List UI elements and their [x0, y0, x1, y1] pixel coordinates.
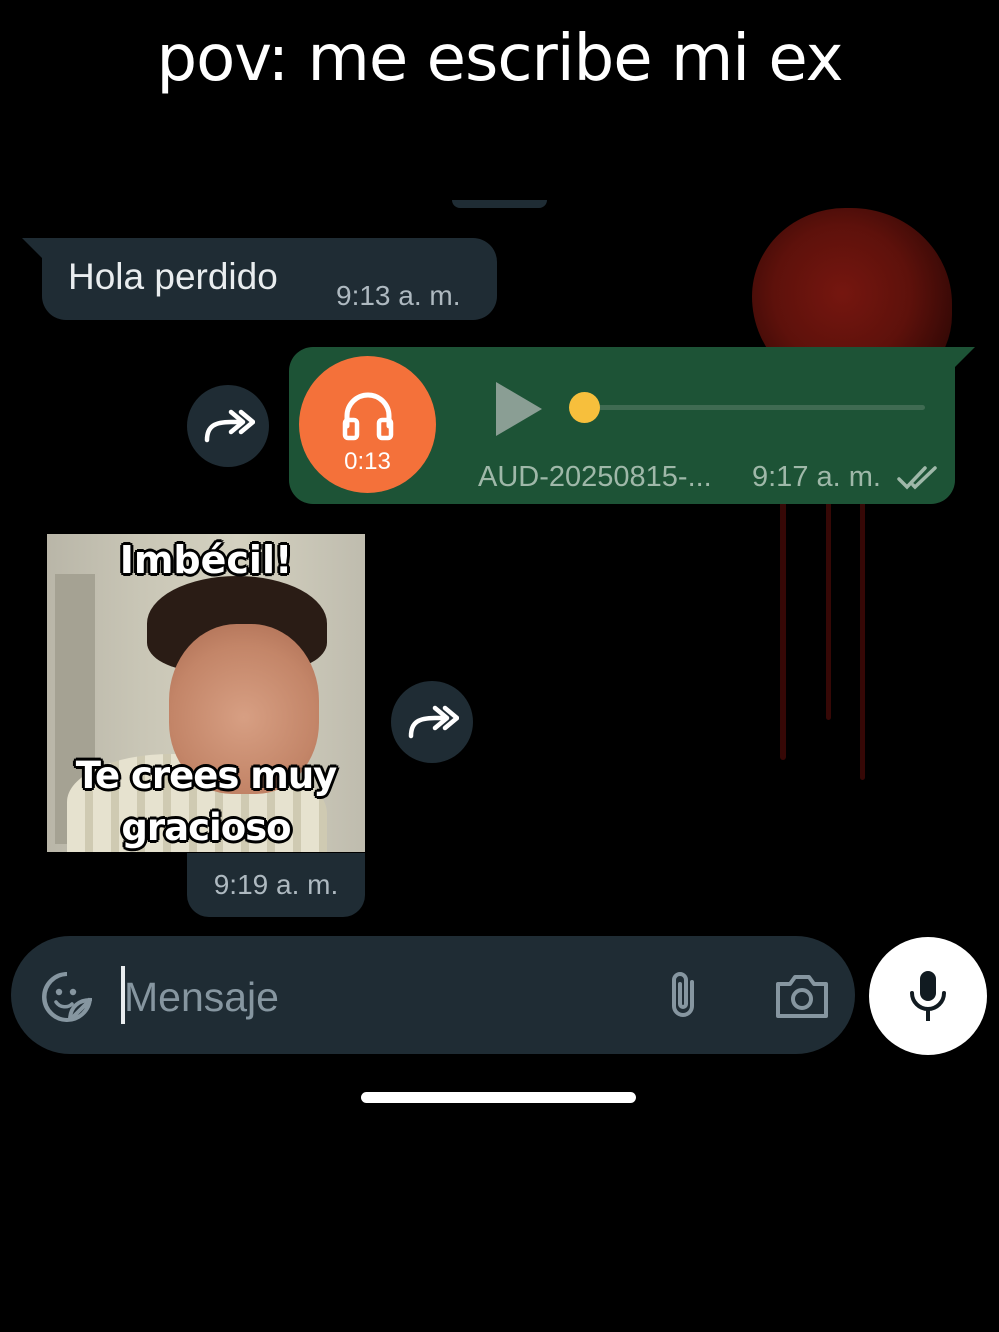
message-text: Hola perdido [68, 256, 278, 297]
incoming-message-bubble[interactable]: Hola perdido 9:13 a. m. [22, 238, 497, 320]
voice-record-button[interactable] [869, 937, 987, 1055]
sticker-icon [42, 972, 92, 1023]
message-input[interactable]: Mensaje [124, 974, 279, 1021]
forward-sticker-button[interactable] [391, 681, 473, 763]
meme-bottom-text: Te crees muy gracioso [47, 750, 365, 852]
audio-duration: 0:13 [344, 448, 391, 475]
video-caption: pov: me escribe mi ex [156, 22, 843, 96]
sticker-button[interactable] [40, 970, 94, 1029]
wallpaper-drip [780, 500, 786, 760]
bubble-tail [953, 347, 975, 369]
message-time: 9:13 a. m. [336, 280, 461, 311]
camera-icon [776, 975, 828, 1018]
outgoing-audio-bubble[interactable]: 0:13 AUD-20250815-... 9:17 a. m. [289, 347, 975, 504]
attach-button[interactable] [662, 968, 706, 1029]
sticker-time-pill: 9:19 a. m. [187, 853, 365, 917]
message-time: 9:19 a. m. [213, 869, 339, 900]
camera-button[interactable] [774, 972, 830, 1025]
wallpaper-drip [826, 490, 831, 720]
headphones-icon [342, 392, 394, 441]
audio-progress-track[interactable] [585, 405, 925, 410]
audio-avatar: 0:13 [299, 356, 436, 493]
play-button[interactable] [494, 380, 544, 443]
meme-top-text: Imbécil! [119, 538, 293, 582]
read-receipt-icon [897, 466, 937, 490]
mic-icon [910, 971, 946, 1021]
forward-audio-button[interactable] [187, 385, 269, 467]
attach-icon [672, 972, 694, 1017]
meme-bottom-line2: gracioso [121, 806, 291, 849]
previous-message-edge [452, 200, 547, 208]
forward-icon [204, 409, 255, 443]
wallpaper-drip [860, 500, 865, 780]
meme-bottom-line1: Te crees muy [75, 754, 338, 797]
forward-icon [408, 705, 459, 739]
bubble-tail [22, 238, 44, 260]
audio-progress-thumb[interactable] [569, 392, 600, 423]
home-indicator[interactable] [361, 1092, 636, 1103]
audio-filename: AUD-20250815-... [478, 461, 712, 493]
meme-sticker[interactable]: Imbécil! Te crees muy gracioso [47, 534, 365, 852]
play-icon [496, 382, 542, 436]
message-time: 9:17 a. m. [752, 461, 881, 493]
message-input-bar[interactable]: Mensaje [11, 936, 855, 1054]
